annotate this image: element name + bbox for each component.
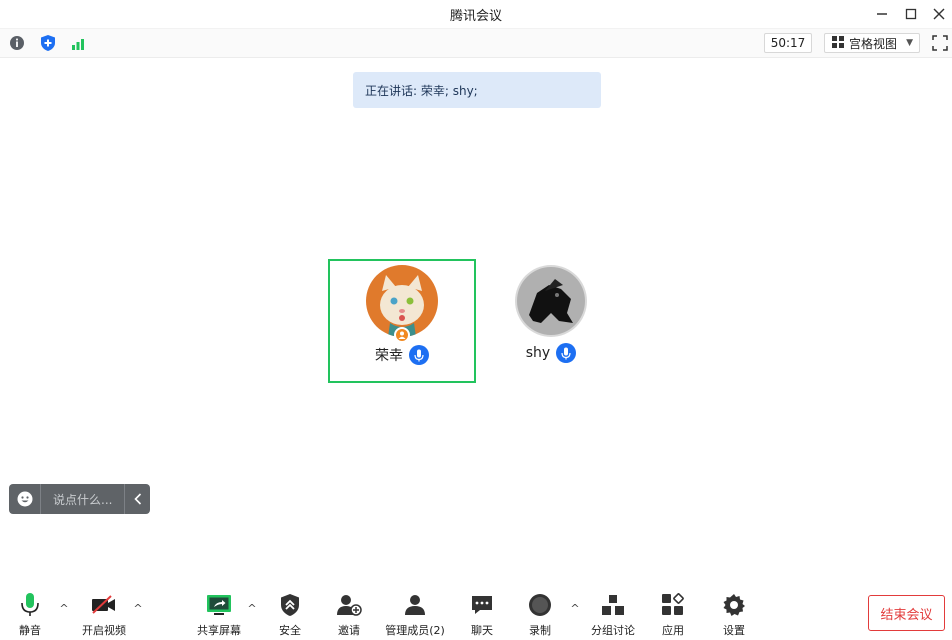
chevron-up-icon[interactable]: ^	[246, 602, 258, 615]
active-speaker-banner: 正在讲话: 荣幸; shy;	[353, 72, 601, 108]
meeting-toolbar: 50:17 宫格视图 ▼	[0, 28, 952, 58]
title-bar: 腾讯会议	[0, 0, 952, 28]
mute-button[interactable]: 静音	[0, 592, 62, 638]
apps-label: 应用	[662, 624, 684, 637]
view-mode-button[interactable]: 宫格视图 ▼	[824, 33, 920, 53]
chat-button[interactable]: 聊天	[450, 592, 514, 638]
share-screen-button[interactable]: 共享屏幕	[187, 592, 251, 638]
bottom-control-bar: 静音 ^ 开启视频 ^ 共享屏幕 ^ 安全 邀请 管理成员(2) 聊天 录制 ^…	[0, 584, 952, 640]
participant-name: shy	[525, 345, 551, 361]
view-mode-label: 宫格视图	[849, 36, 898, 51]
security-shield-icon	[277, 592, 303, 618]
mute-label: 静音	[19, 624, 41, 637]
participant-name: 荣幸	[375, 348, 403, 364]
security-button[interactable]: 安全	[258, 592, 322, 638]
breakout-icon	[600, 592, 626, 618]
gear-icon	[721, 592, 747, 618]
chat-label: 聊天	[471, 624, 493, 637]
participant-tile[interactable]: 荣幸	[328, 259, 476, 383]
add-user-icon	[336, 592, 362, 618]
breakout-rooms-button[interactable]: 分组讨论	[581, 592, 645, 638]
info-icon[interactable]	[8, 34, 26, 52]
microphone-icon	[17, 592, 43, 618]
invite-button[interactable]: 邀请	[317, 592, 381, 638]
chat-input[interactable]: 说点什么...	[41, 491, 124, 508]
participant-name-row: 荣幸	[330, 345, 474, 365]
settings-button[interactable]: 设置	[702, 592, 766, 638]
security-label: 安全	[279, 624, 301, 637]
end-meeting-button[interactable]: 结束会议	[868, 595, 945, 631]
signal-icon[interactable]	[70, 34, 88, 52]
close-icon[interactable]	[929, 4, 949, 24]
video-off-icon	[91, 592, 117, 618]
chevron-down-icon: ▼	[906, 38, 913, 48]
start-video-label: 开启视频	[82, 624, 126, 637]
chevron-up-icon[interactable]: ^	[569, 602, 581, 615]
mic-on-icon	[409, 345, 429, 365]
apps-icon	[660, 592, 686, 618]
grid-view-icon	[831, 35, 845, 52]
breakout-rooms-label: 分组讨论	[591, 624, 635, 637]
invite-label: 邀请	[338, 624, 360, 637]
meeting-timer: 50:17	[764, 33, 812, 53]
share-screen-label: 共享屏幕	[197, 624, 241, 637]
window-title: 腾讯会议	[449, 9, 502, 24]
manage-members-label: 管理成员(2)	[385, 624, 445, 637]
active-speaker-text: 正在讲话: 荣幸; shy;	[365, 83, 478, 98]
emoji-icon[interactable]	[9, 484, 41, 514]
chevron-up-icon[interactable]: ^	[132, 602, 144, 615]
mic-on-icon	[556, 343, 577, 363]
record-button[interactable]: 录制	[508, 592, 572, 638]
chat-bubble-icon	[469, 592, 495, 618]
apps-button[interactable]: 应用	[641, 592, 705, 638]
participant-tile[interactable]: shy	[477, 259, 625, 383]
host-badge-icon	[394, 327, 410, 343]
record-label: 录制	[529, 624, 551, 637]
minimize-icon[interactable]	[872, 4, 892, 24]
record-icon	[527, 592, 553, 618]
maximize-icon[interactable]	[901, 4, 921, 24]
participant-name-row: shy	[477, 343, 625, 363]
members-icon	[402, 592, 428, 618]
chevron-left-icon[interactable]	[124, 484, 150, 514]
settings-label: 设置	[723, 624, 745, 637]
start-video-button[interactable]: 开启视频	[72, 592, 136, 638]
chat-input-box: 说点什么...	[9, 484, 150, 514]
shield-icon[interactable]	[39, 34, 57, 52]
dark-figure-avatar	[515, 265, 587, 337]
fullscreen-icon[interactable]	[932, 35, 948, 51]
share-screen-icon	[206, 592, 232, 618]
chevron-up-icon[interactable]: ^	[58, 602, 70, 615]
manage-members-button[interactable]: 管理成员(2)	[383, 592, 447, 638]
